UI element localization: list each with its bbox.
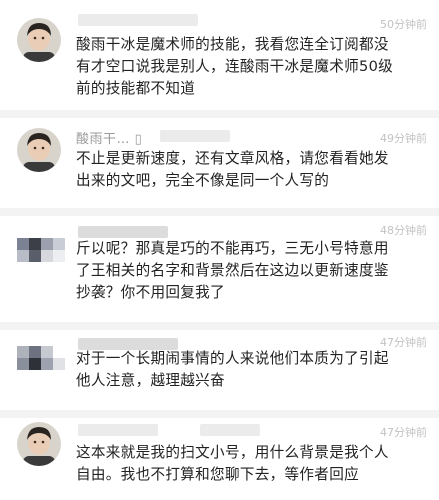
comment-card[interactable]: 48分钟前 斤以呢？那真是巧的不能再巧，三无小号特意用 了王相关的名字和背景然后… bbox=[0, 216, 439, 322]
user-avatar[interactable] bbox=[17, 422, 61, 466]
comment-text: 不止是更新速度，还有文章风格，请您看看她发 出来的文吧，完全不像是同一个人写的 bbox=[76, 150, 389, 189]
username[interactable]: 酸雨干… ▯ bbox=[76, 128, 142, 147]
comment-time: 49分钟前 bbox=[380, 132, 427, 145]
comment-card[interactable]: 酸雨干… ▯ 49分钟前 不止是更新速度，还有文章风格，请您看看她发 出来的文吧… bbox=[0, 118, 439, 208]
comment-card[interactable]: 50分钟前 酸雨干冰是魔术师的技能，我看您连全订阅都没 有才空口说我是别人，连酸… bbox=[0, 0, 439, 110]
user-avatar[interactable] bbox=[17, 18, 61, 62]
comment-time: 47分钟前 bbox=[380, 426, 427, 439]
divider bbox=[0, 410, 439, 418]
comment-card[interactable]: 47分钟前 这本来就是我的扫文小号，用什么背景是我个人 自由。我也不打算和您聊下… bbox=[0, 418, 439, 500]
redacted-username bbox=[78, 226, 168, 238]
divider bbox=[0, 322, 439, 330]
comment-text: 斤以呢？那真是巧的不能再巧，三无小号特意用 了王相关的名字和背景然后在这边以更新… bbox=[76, 240, 389, 301]
redacted-username bbox=[200, 424, 260, 436]
comment-text: 对于一个长期闹事情的人来说他们本质为了引起 他人注意，越理越兴奋 bbox=[76, 350, 389, 389]
comment-list: 50分钟前 酸雨干冰是魔术师的技能，我看您连全订阅都没 有才空口说我是别人，连酸… bbox=[0, 0, 439, 500]
divider bbox=[0, 110, 439, 118]
comment-card[interactable]: 47分钟前 对于一个长期闹事情的人来说他们本质为了引起 他人注意，越理越兴奋 bbox=[0, 330, 439, 410]
comment-text: 酸雨干冰是魔术师的技能，我看您连全订阅都没 有才空口说我是别人，连酸雨干冰是魔术… bbox=[76, 36, 394, 97]
pixelated-avatar[interactable] bbox=[17, 228, 67, 272]
user-avatar[interactable] bbox=[17, 128, 61, 172]
comment-time: 48分钟前 bbox=[380, 224, 427, 237]
redacted-username bbox=[78, 424, 158, 436]
divider bbox=[0, 208, 439, 216]
comment-time: 50分钟前 bbox=[380, 18, 427, 31]
comment-text: 这本来就是我的扫文小号，用什么背景是我个人 自由。我也不打算和您聊下去，等作者回… bbox=[76, 444, 389, 483]
redacted-username bbox=[160, 130, 230, 142]
redacted-username bbox=[78, 14, 198, 26]
pixelated-avatar[interactable] bbox=[17, 338, 67, 382]
